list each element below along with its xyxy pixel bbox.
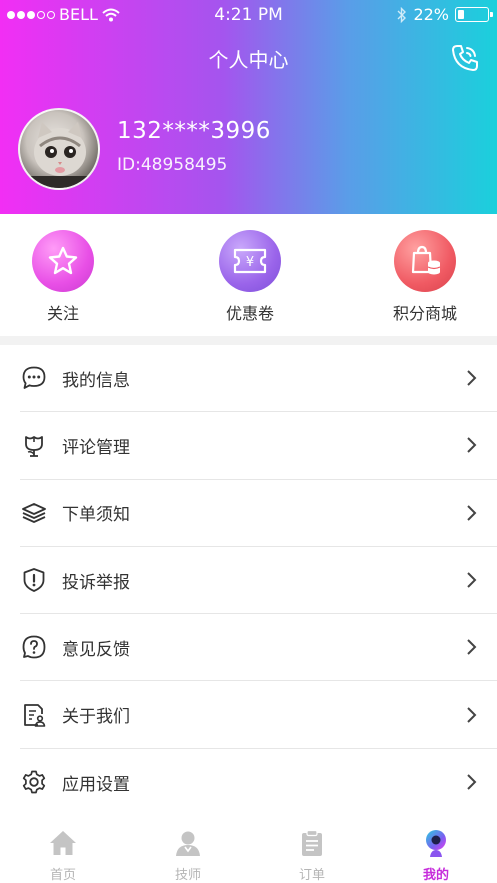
menu-item-app-settings[interactable]: 应用设置 xyxy=(20,749,497,816)
cat-photo xyxy=(20,122,98,188)
bluetooth-icon xyxy=(397,6,407,23)
svg-text:¥: ¥ xyxy=(246,255,254,270)
tab-home[interactable]: 首页 xyxy=(23,828,103,883)
menu-item-feedback[interactable]: 意见反馈 xyxy=(20,614,497,682)
menu-item-comment-management[interactable]: 评论管理 xyxy=(20,412,497,480)
chevron-right-icon xyxy=(467,706,477,723)
battery-fill xyxy=(458,10,465,19)
layers-icon xyxy=(20,499,48,527)
quick-action-label: 优惠卷 xyxy=(225,304,274,323)
chevron-right-icon xyxy=(467,505,477,521)
quick-action-coupon[interactable]: ¥ 优惠卷 xyxy=(195,230,305,324)
menu-label: 投诉举报 xyxy=(62,572,130,593)
quick-action-follow[interactable]: 关注 xyxy=(8,230,118,324)
battery-icon xyxy=(455,7,493,22)
section-divider xyxy=(0,336,497,345)
menu-label: 评论管理 xyxy=(62,437,130,458)
phone-icon[interactable] xyxy=(449,42,481,74)
star-icon xyxy=(32,230,94,292)
avatar[interactable] xyxy=(18,108,100,190)
menu-item-my-info[interactable]: 我的信息 xyxy=(20,345,497,413)
settings-menu: 我的信息 评论管理 下单须知 投诉举报 意见反馈 关于我们 应用设置 xyxy=(0,345,497,816)
menu-label: 应用设置 xyxy=(62,774,130,795)
chevron-right-icon xyxy=(467,572,477,588)
user-id: ID:48958495 xyxy=(117,155,228,175)
flower-icon xyxy=(20,431,48,459)
bottom-tab-bar: 首页 技师 订单 我的 xyxy=(0,822,497,883)
tab-technician[interactable]: 技师 xyxy=(148,828,228,883)
status-bar: BELL 4:21 PM 22% xyxy=(0,0,497,30)
chevron-right-icon xyxy=(467,370,477,386)
points-mall-icon xyxy=(394,230,456,292)
page-title: 个人中心 xyxy=(208,48,289,72)
user-phone-number: 132****3996 xyxy=(117,118,271,144)
clipboard-icon xyxy=(302,829,322,856)
gear-icon xyxy=(20,768,48,796)
document-person-icon xyxy=(20,701,48,729)
menu-label: 意见反馈 xyxy=(62,639,130,660)
chevron-right-icon xyxy=(467,437,477,454)
menu-label: 关于我们 xyxy=(62,707,130,728)
battery-percent: 22% xyxy=(413,5,449,24)
shield-alert-icon xyxy=(20,566,48,594)
profile-icon xyxy=(426,830,446,857)
tab-label: 首页 xyxy=(49,868,76,883)
tab-orders[interactable]: 订单 xyxy=(272,828,352,883)
quick-action-label: 积分商城 xyxy=(392,304,457,323)
quick-action-label: 关注 xyxy=(46,304,79,323)
tab-mine[interactable]: 我的 xyxy=(396,828,476,883)
tab-label: 订单 xyxy=(298,868,325,883)
coupon-icon: ¥ xyxy=(219,230,281,292)
chevron-right-icon xyxy=(467,639,477,656)
menu-label: 我的信息 xyxy=(62,370,130,391)
menu-item-order-notice[interactable]: 下单须知 xyxy=(20,480,497,547)
tab-label: 技师 xyxy=(174,868,201,883)
menu-item-about-us[interactable]: 关于我们 xyxy=(20,681,497,749)
menu-label: 下单须知 xyxy=(62,505,130,526)
chat-bubble-icon xyxy=(20,364,48,392)
quick-actions: 关注 ¥ 优惠卷 积分商城 xyxy=(0,214,497,336)
question-circle-icon xyxy=(20,633,48,661)
status-right: 22% xyxy=(397,5,493,24)
home-icon xyxy=(50,831,76,855)
quick-action-points-mall[interactable]: 积分商城 xyxy=(370,230,480,324)
menu-item-complaint-report[interactable]: 投诉举报 xyxy=(20,547,497,615)
chevron-right-icon xyxy=(467,774,477,791)
technician-icon xyxy=(176,831,200,856)
tab-label: 我的 xyxy=(422,868,449,883)
profile-header: BELL 4:21 PM 22% 个人中心 132****3996 ID:489… xyxy=(0,0,497,214)
